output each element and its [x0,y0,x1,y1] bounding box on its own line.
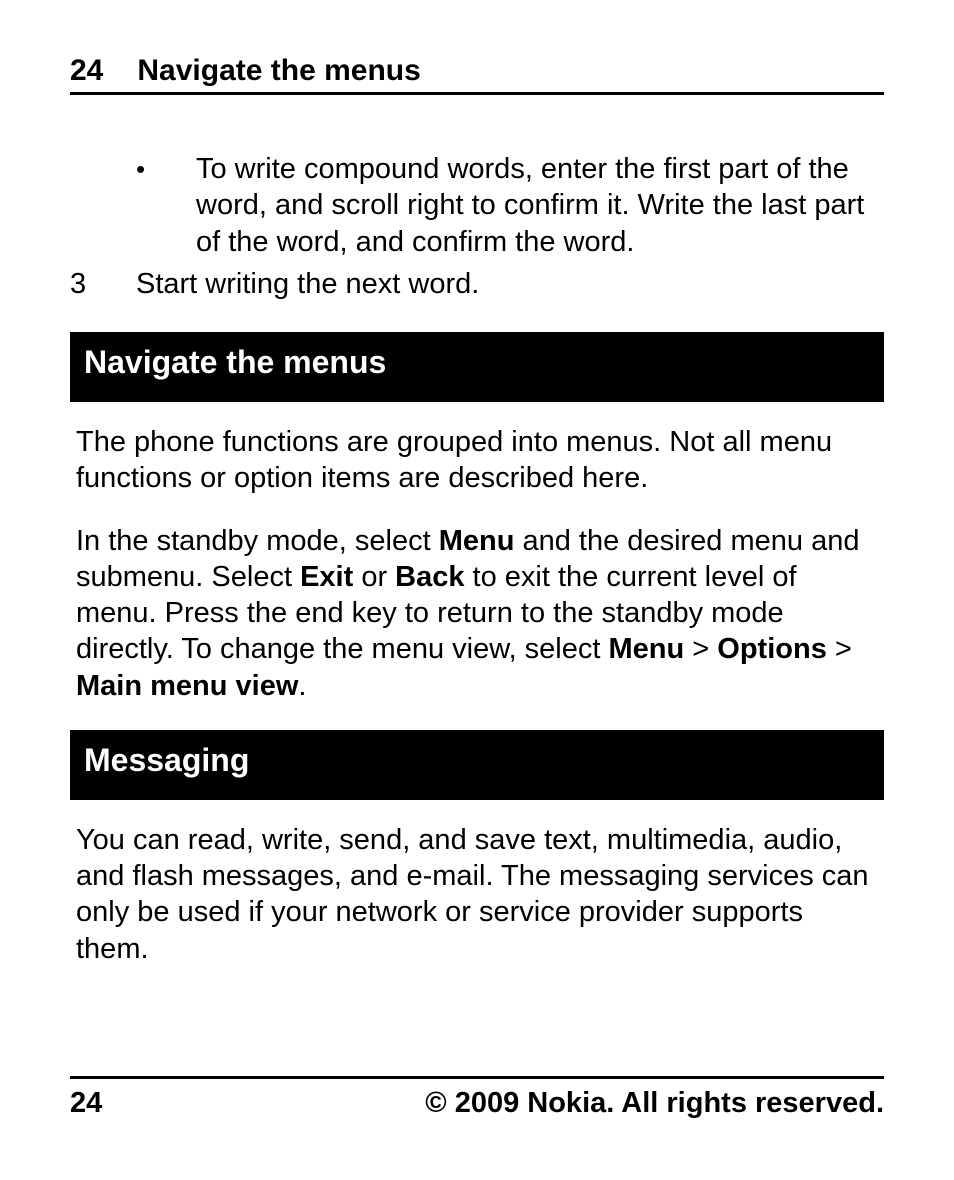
bullet-item: • To write compound words, enter the fir… [70,151,884,260]
bold-main-menu-view: Main menu view [76,670,298,702]
footer-copyright: © 2009 Nokia. All rights reserved. [425,1087,884,1120]
footer-page-number: 24 [70,1087,102,1120]
step-text: Start writing the next word. [136,266,884,302]
bold-exit: Exit [300,561,353,593]
bullet-indent [70,151,136,260]
bold-menu: Menu [439,525,515,557]
bold-back: Back [395,561,464,593]
header-title: Navigate the menus [137,54,420,88]
numbered-step-3: 3 Start writing the next word. [70,266,884,302]
page-content: • To write compound words, enter the fir… [70,95,884,967]
section-heading-navigate: Navigate the menus [70,332,884,402]
bullet-icon: • [136,151,196,260]
bold-options: Options [717,633,827,665]
manual-page: 24 Navigate the menus • To write compoun… [0,0,954,1180]
text-run: . [298,670,306,702]
header-page-number: 24 [70,54,103,88]
text-run: or [353,561,395,593]
page-footer: 24 © 2009 Nokia. All rights reserved. [70,1076,884,1120]
bullet-text: To write compound words, enter the first… [196,151,884,260]
text-run: In the standby mode, select [76,525,439,557]
bold-menu: Menu [609,633,685,665]
page-header: 24 Navigate the menus [70,54,884,95]
messaging-paragraph-1: You can read, write, send, and save text… [70,822,884,967]
step-number: 3 [70,266,136,302]
text-run: > [684,633,717,665]
section-heading-messaging: Messaging [70,730,884,800]
navigate-paragraph-2: In the standby mode, select Menu and the… [70,523,884,704]
text-run: > [827,633,852,665]
navigate-paragraph-1: The phone functions are grouped into men… [70,424,884,497]
